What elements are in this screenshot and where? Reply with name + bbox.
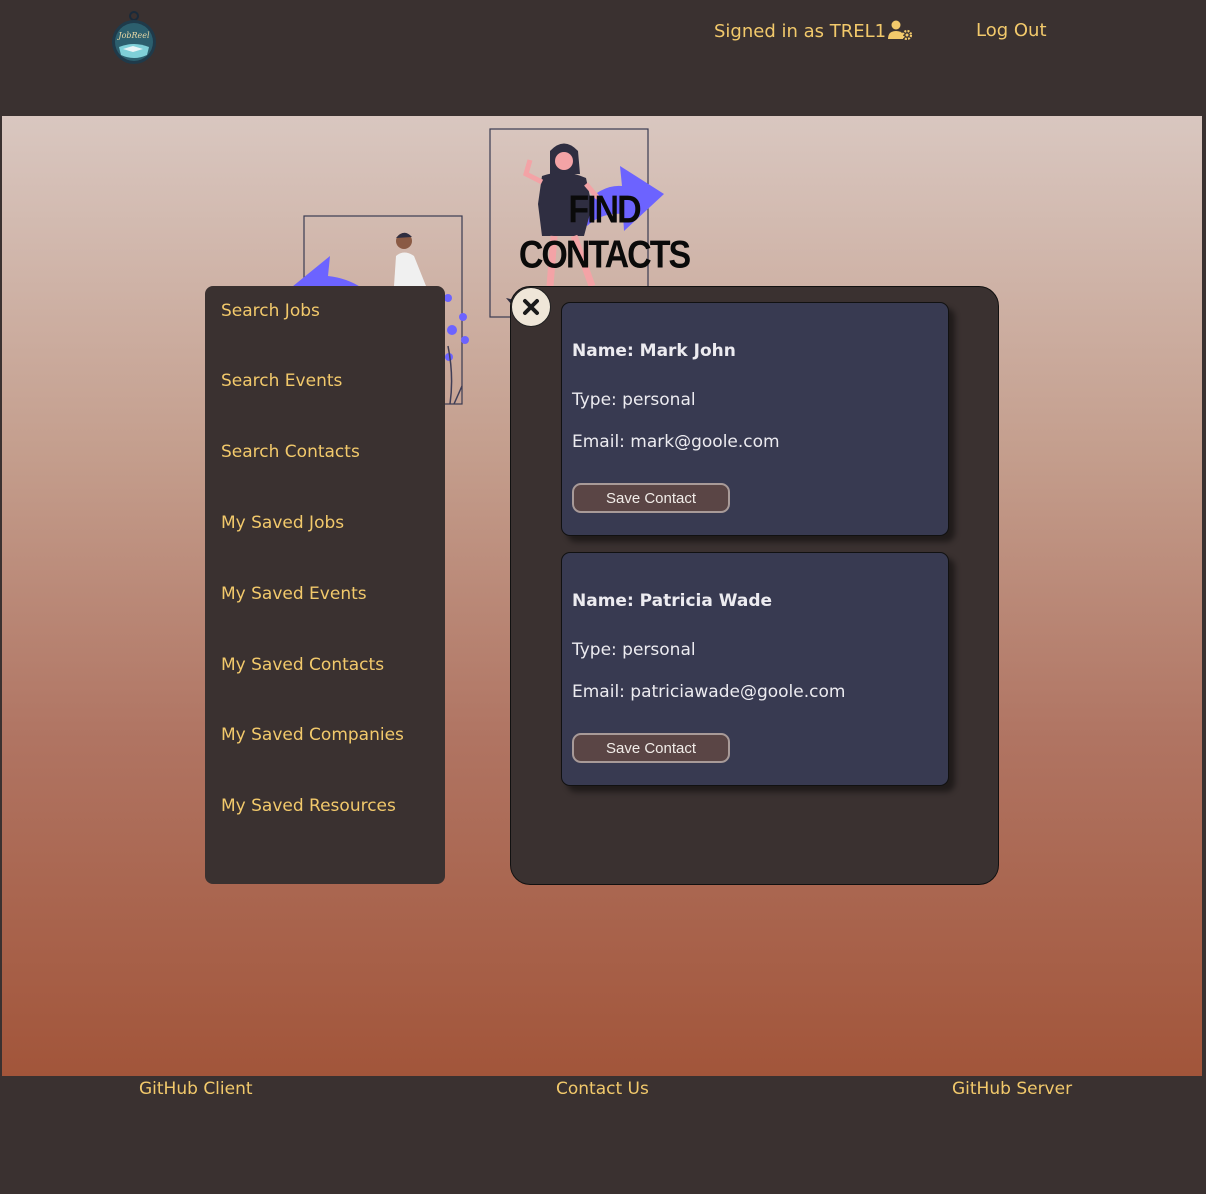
contacts-panel: Name: Mark John Type: personal Email: ma… (510, 286, 999, 885)
sidebar-item-saved-contacts[interactable]: My Saved Contacts (221, 655, 384, 675)
close-icon (523, 299, 539, 315)
sidebar-item-search-jobs[interactable]: Search Jobs (221, 301, 320, 321)
logout-link[interactable]: Log Out (976, 20, 1047, 41)
sidebar-item-saved-resources[interactable]: My Saved Resources (221, 796, 396, 816)
sidebar-item-saved-events[interactable]: My Saved Events (221, 584, 367, 604)
jobreel-logo[interactable]: JobReel (111, 11, 157, 65)
sidebar-item-saved-companies[interactable]: My Saved Companies (221, 725, 404, 745)
sidebar-item-saved-jobs[interactable]: My Saved Jobs (221, 513, 344, 533)
save-contact-button[interactable]: Save Contact (572, 733, 730, 763)
github-client-link[interactable]: GitHub Client (139, 1079, 253, 1099)
github-server-link[interactable]: GitHub Server (952, 1079, 1072, 1099)
signed-in-label: Signed in as TREL1 (714, 21, 887, 42)
page-title: FIND CONTACTS (518, 188, 691, 277)
contact-name: Name: Mark John (572, 341, 736, 361)
signed-in-link[interactable]: Signed in as TREL1 (714, 20, 914, 42)
user-gear-icon (888, 20, 913, 40)
main-content: FIND CONTACTS Search Jobs Search Events … (2, 116, 1202, 1076)
contact-card: Name: Patricia Wade Type: personal Email… (561, 552, 949, 786)
svg-text:JobReel: JobReel (116, 31, 150, 40)
save-contact-button[interactable]: Save Contact (572, 483, 730, 513)
contact-email: Email: mark@goole.com (572, 432, 780, 452)
header: JobReel Signed in as TREL1 Log Out (0, 0, 1206, 116)
contact-email: Email: patriciawade@goole.com (572, 682, 846, 702)
contact-us-link[interactable]: Contact Us (556, 1079, 649, 1099)
sidebar-item-search-events[interactable]: Search Events (221, 371, 342, 391)
contact-type: Type: personal (572, 640, 696, 660)
close-button[interactable] (511, 287, 551, 327)
contact-name: Name: Patricia Wade (572, 591, 773, 611)
contact-type: Type: personal (572, 390, 696, 410)
sidebar-item-search-contacts[interactable]: Search Contacts (221, 442, 360, 462)
sidebar: Search Jobs Search Events Search Contact… (205, 286, 445, 884)
footer: GitHub Client Contact Us GitHub Server (0, 1076, 1206, 1194)
contact-card: Name: Mark John Type: personal Email: ma… (561, 302, 949, 536)
